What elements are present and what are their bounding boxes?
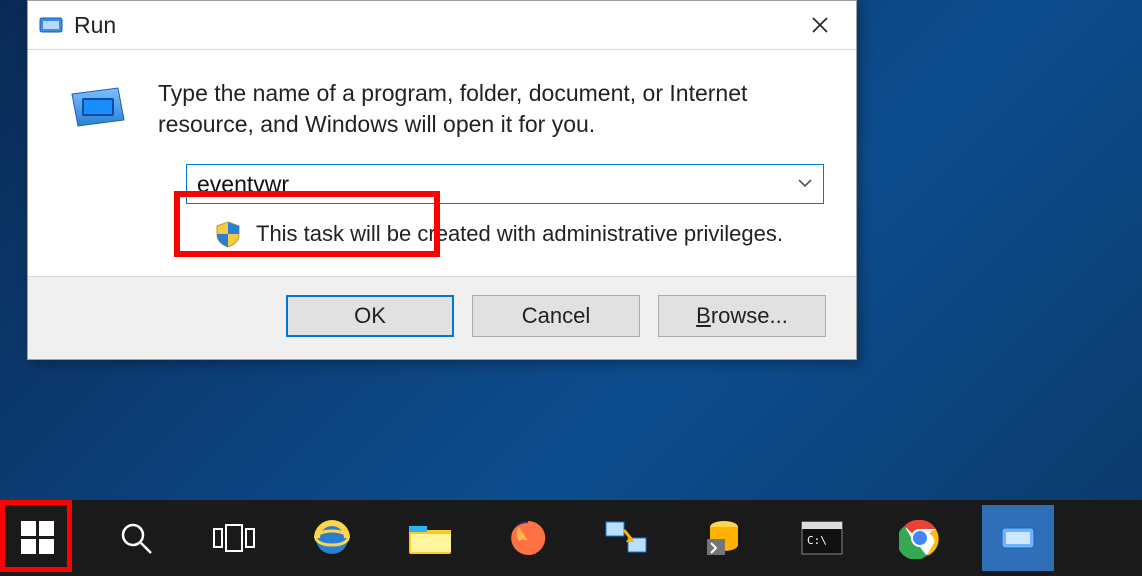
search-button[interactable]: [100, 505, 172, 571]
winscp-icon[interactable]: [590, 505, 662, 571]
svg-text:C:\: C:\: [807, 534, 827, 547]
dialog-footer: OK Cancel Browse...: [28, 276, 856, 359]
open-input[interactable]: [197, 171, 787, 198]
run-taskbar-icon[interactable]: [982, 505, 1054, 571]
task-view-button[interactable]: [198, 505, 270, 571]
dialog-title: Run: [74, 12, 790, 39]
admin-privileges-text: This task will be created with administr…: [256, 221, 783, 247]
run-large-icon: [62, 78, 134, 138]
run-dialog: Run Type the name of a program, fol: [27, 0, 857, 360]
internet-explorer-icon[interactable]: [296, 505, 368, 571]
chevron-down-icon[interactable]: [797, 175, 813, 193]
titlebar[interactable]: Run: [28, 1, 856, 49]
file-explorer-icon[interactable]: [394, 505, 466, 571]
cancel-button[interactable]: Cancel: [472, 295, 640, 337]
close-button[interactable]: [790, 3, 850, 47]
firefox-icon[interactable]: [492, 505, 564, 571]
ssms-icon[interactable]: [688, 505, 760, 571]
start-button[interactable]: [2, 505, 74, 571]
ok-button[interactable]: OK: [286, 295, 454, 337]
shield-icon: [214, 220, 242, 248]
taskbar[interactable]: C:\: [0, 500, 1142, 576]
chrome-icon[interactable]: [884, 505, 956, 571]
instruction-text: Type the name of a program, folder, docu…: [158, 78, 798, 140]
browse-button[interactable]: Browse...: [658, 295, 826, 337]
open-combobox[interactable]: [186, 164, 824, 204]
run-icon: [38, 14, 64, 36]
command-prompt-icon[interactable]: C:\: [786, 505, 858, 571]
